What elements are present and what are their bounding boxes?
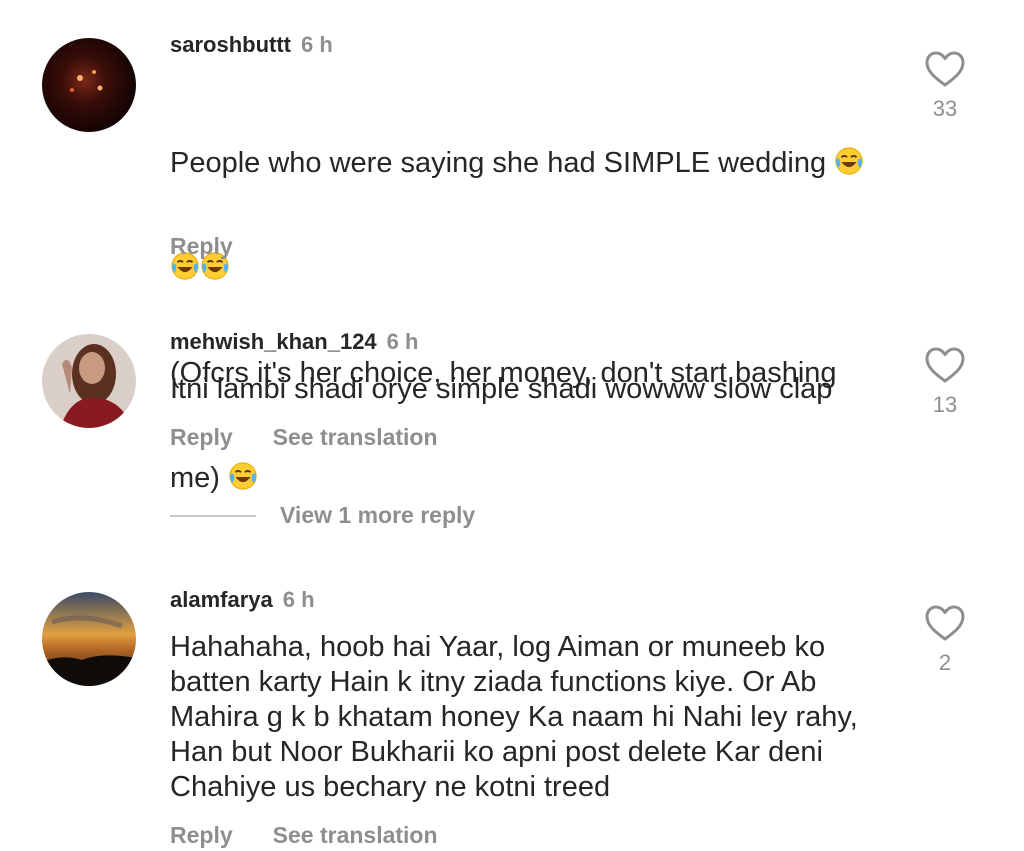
timestamp: 6 h (301, 32, 333, 57)
comment-text: Hahahaha, hoob hai Yaar, log Aiman or mu… (170, 631, 858, 803)
face-with-tears-of-joy-emoji (228, 461, 258, 491)
like-count: 2 (938, 650, 952, 675)
avatar[interactable] (42, 592, 136, 686)
comment-actions: Reply See translation (170, 424, 438, 451)
heart-outline-icon[interactable] (924, 346, 966, 384)
reply-button[interactable]: Reply (170, 822, 233, 848)
comment-actions: Reply See translation (170, 822, 438, 849)
heart-outline-icon[interactable] (924, 50, 966, 88)
username[interactable]: alamfarya (170, 587, 273, 612)
comment-header: alamfarya 6 h (170, 587, 315, 613)
username[interactable]: mehwish_khan_124 (170, 329, 377, 354)
like-count: 33 (932, 96, 958, 121)
comment-header: saroshbuttt 6 h (170, 32, 333, 58)
timestamp: 6 h (386, 329, 419, 354)
comment-header: mehwish_khan_124 6 h (170, 329, 418, 355)
comment-text: People who were saying she had SIMPLE we… (170, 76, 870, 566)
username[interactable]: saroshbuttt (170, 32, 291, 57)
reply-button[interactable]: Reply (170, 233, 233, 259)
like-count: 13 (932, 392, 958, 417)
see-translation-button[interactable]: See translation (273, 822, 438, 848)
comment-actions: Reply (170, 233, 233, 260)
avatar[interactable] (42, 38, 136, 132)
view-more-replies-button[interactable]: View 1 more reply (280, 502, 475, 528)
like-control: 2 (920, 604, 970, 676)
view-replies: View 1 more reply (170, 502, 475, 529)
heart-outline-icon[interactable] (924, 604, 966, 642)
face-with-tears-of-joy-emoji (834, 146, 864, 176)
divider-line (170, 514, 256, 517)
avatar[interactable] (42, 334, 136, 428)
timestamp: 6 h (282, 587, 315, 612)
reply-button[interactable]: Reply (170, 424, 233, 450)
like-control: 13 (920, 346, 970, 418)
see-translation-button[interactable]: See translation (273, 424, 438, 450)
like-control: 33 (920, 50, 970, 122)
comment-text: Itni lambi shadi orye simple shadi wowww… (170, 373, 833, 405)
